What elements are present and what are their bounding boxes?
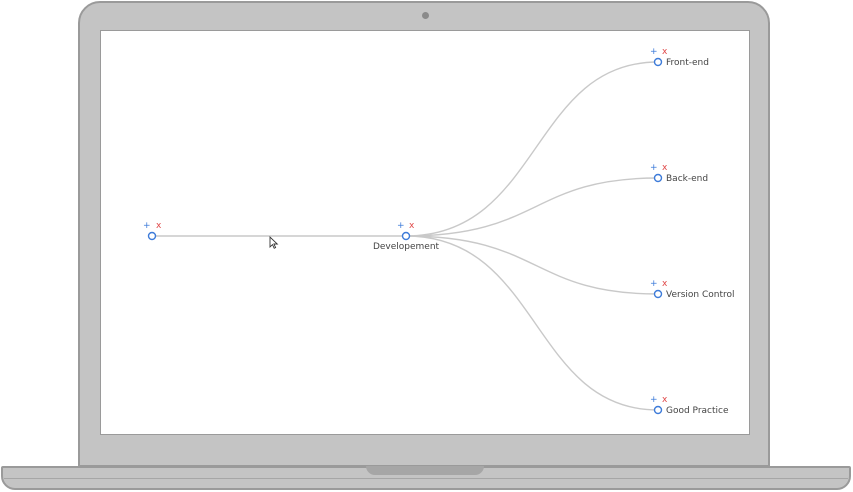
mouse-cursor-icon <box>269 235 279 249</box>
delete-node-button[interactable]: x <box>662 279 668 289</box>
node-handle[interactable] <box>653 405 663 415</box>
delete-node-button[interactable]: x <box>662 47 668 57</box>
delete-node-button[interactable]: x <box>662 163 668 173</box>
edge-center-to-back-end <box>405 177 659 237</box>
laptop-base-edge <box>4 478 848 479</box>
mindmap-node-root: + x <box>143 221 162 241</box>
mindmap-node-back-end: + x Back-end <box>650 163 708 184</box>
laptop-mockup: + x + x Developement + x Front-end + x B… <box>0 0 853 492</box>
node-handle[interactable] <box>147 231 157 241</box>
edge-center-to-good-practice <box>405 235 659 411</box>
node-handle[interactable] <box>653 289 663 299</box>
node-label[interactable]: Back-end <box>666 174 708 184</box>
mindmap-svg[interactable]: + x + x Developement + x Front-end + x B… <box>101 31 750 435</box>
edge-center-to-version-control <box>405 235 659 295</box>
add-child-button[interactable]: + <box>650 47 658 57</box>
laptop-notch <box>366 466 484 475</box>
delete-node-button[interactable]: x <box>662 395 668 405</box>
add-child-button[interactable]: + <box>650 279 658 289</box>
mindmap-node-front-end: + x Front-end <box>650 47 709 68</box>
node-label[interactable]: Version Control <box>666 290 735 300</box>
node-label[interactable]: Good Practice <box>666 406 729 416</box>
mindmap-node-good-practice: + x Good Practice <box>650 395 729 416</box>
node-label[interactable]: Front-end <box>666 58 709 68</box>
mindmap-node-version-control: + x Version Control <box>650 279 735 300</box>
node-label[interactable]: Developement <box>373 242 440 252</box>
add-child-button[interactable]: + <box>650 163 658 173</box>
add-child-button[interactable]: + <box>650 395 658 405</box>
node-handle[interactable] <box>401 231 411 241</box>
delete-node-button[interactable]: x <box>156 221 162 231</box>
node-handle[interactable] <box>653 173 663 183</box>
node-handle[interactable] <box>653 57 663 67</box>
mindmap-canvas[interactable]: + x + x Developement + x Front-end + x B… <box>100 30 750 435</box>
delete-node-button[interactable]: x <box>409 221 415 231</box>
add-child-button[interactable]: + <box>143 221 151 231</box>
add-child-button[interactable]: + <box>397 221 405 231</box>
camera-icon <box>422 12 429 19</box>
edge-center-to-front-end <box>405 61 659 237</box>
